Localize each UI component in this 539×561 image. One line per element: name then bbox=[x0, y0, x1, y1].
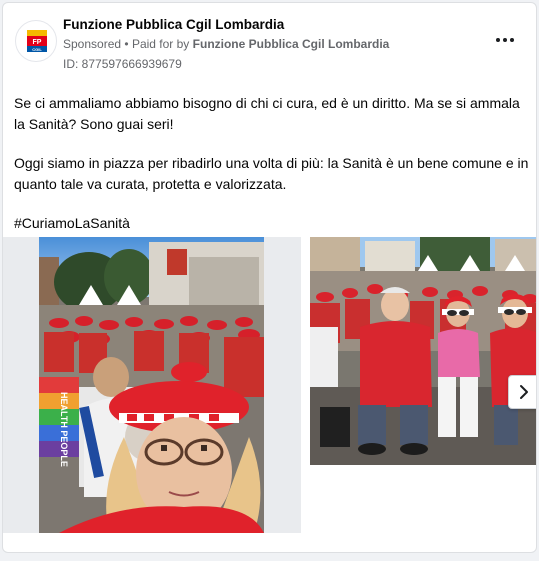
ad-card: FP CGIL Funzione Pubblica Cgil Lombardia… bbox=[2, 2, 537, 553]
chevron-right-icon bbox=[520, 385, 528, 399]
page-avatar[interactable]: FP CGIL bbox=[15, 20, 57, 62]
page-name[interactable]: Funzione Pubblica Cgil Lombardia bbox=[63, 17, 284, 32]
svg-text:FP: FP bbox=[33, 39, 42, 46]
sponsored-label: Sponsored bbox=[63, 37, 122, 51]
photo-selfie-protest[interactable]: HEALTH PEOPLE bbox=[39, 237, 264, 533]
carousel-next-button[interactable] bbox=[508, 375, 536, 409]
paid-for-by: Funzione Pubblica Cgil Lombardia bbox=[192, 37, 390, 51]
post-paragraph-1: Se ci ammaliamo abbiamo bisogno di chi c… bbox=[14, 95, 520, 132]
sponsored-line: Sponsored • Paid for by Funzione Pubblic… bbox=[63, 37, 389, 51]
carousel-slide-1[interactable]: HEALTH PEOPLE bbox=[3, 237, 301, 533]
hashtag-link[interactable]: #CuriamoLaSanità bbox=[14, 213, 529, 234]
fp-cgil-logo: FP CGIL bbox=[27, 30, 47, 52]
ad-id: ID: 877597666939679 bbox=[63, 57, 182, 71]
photo-group-image bbox=[310, 237, 536, 465]
photo-selfie-image: HEALTH PEOPLE bbox=[39, 237, 264, 533]
image-carousel: HEALTH PEOPLE bbox=[3, 237, 536, 537]
post-paragraph-2: Oggi siamo in piazza per ribadirlo una v… bbox=[14, 155, 529, 192]
svg-text:CGIL: CGIL bbox=[32, 47, 42, 52]
health-people-banner: HEALTH PEOPLE bbox=[59, 392, 69, 467]
more-options-icon[interactable] bbox=[492, 31, 518, 49]
meta-separator: • bbox=[124, 37, 129, 51]
paid-for-prefix: Paid for by bbox=[131, 37, 190, 51]
post-text: Se ci ammaliamo abbiamo bisogno di chi c… bbox=[14, 93, 529, 234]
post-header: FP CGIL Funzione Pubblica Cgil Lombardia… bbox=[3, 3, 536, 83]
carousel-slide-2[interactable] bbox=[310, 237, 536, 465]
photo-group-protest[interactable] bbox=[310, 237, 536, 465]
